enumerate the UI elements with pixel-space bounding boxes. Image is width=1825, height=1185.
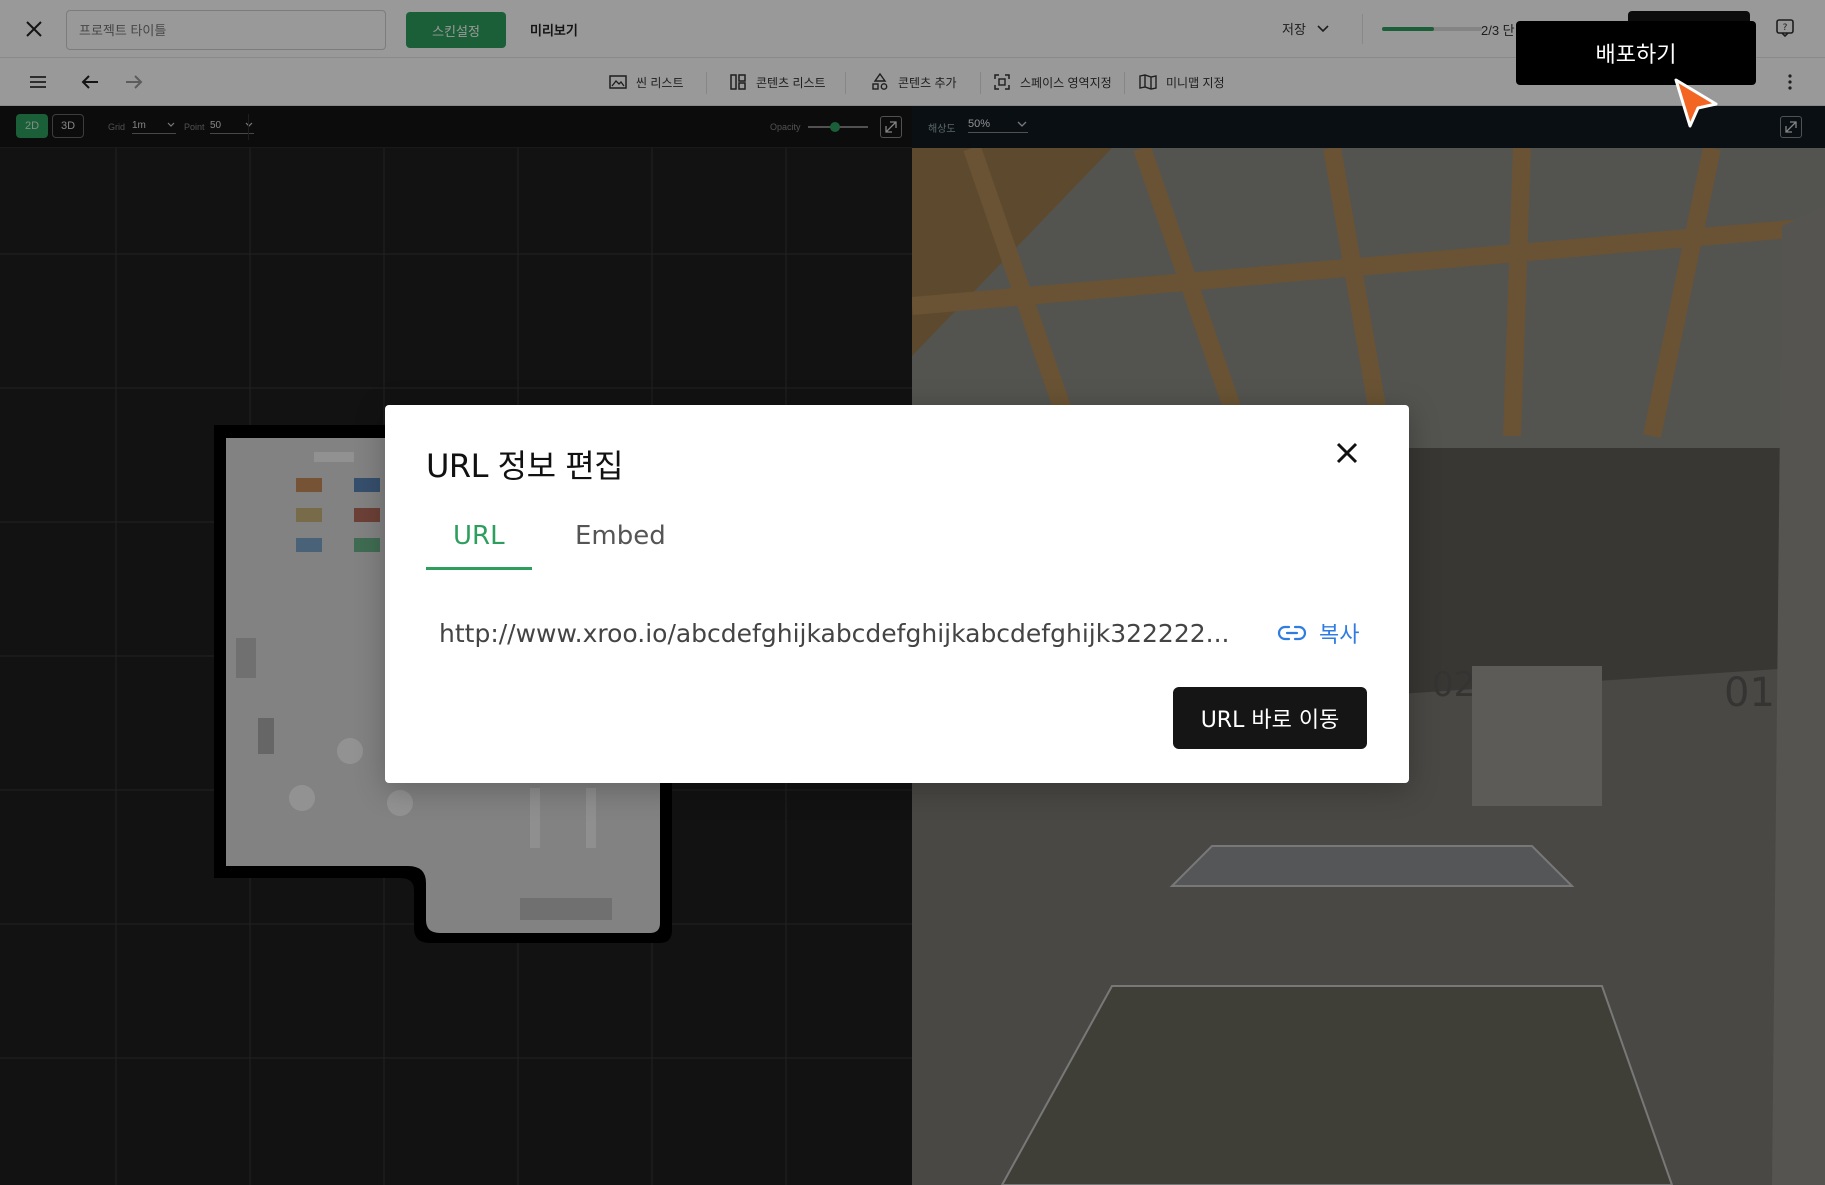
link-icon [1277, 625, 1307, 641]
cursor-pointer-icon [1674, 78, 1718, 128]
tab-embed[interactable]: Embed [575, 521, 666, 551]
copy-label: 복사 [1319, 623, 1360, 648]
url-info-modal: URL 정보 편집 URL Embed http://www.xroo.io/a… [385, 405, 1409, 783]
url-value: http://www.xroo.io/abcdefghijkabcdefghij… [439, 619, 1230, 648]
active-tab-indicator [426, 567, 532, 570]
go-to-url-button[interactable]: URL 바로 이동 [1173, 687, 1367, 749]
copy-url-button[interactable]: 복사 [1277, 617, 1359, 649]
close-icon[interactable] [1329, 435, 1365, 471]
modal-title: URL 정보 편집 [426, 447, 624, 485]
deploy-callout-label: 배포하기 [1595, 43, 1677, 68]
tab-url[interactable]: URL [453, 521, 505, 551]
deploy-callout: 배포하기 [1516, 21, 1756, 85]
